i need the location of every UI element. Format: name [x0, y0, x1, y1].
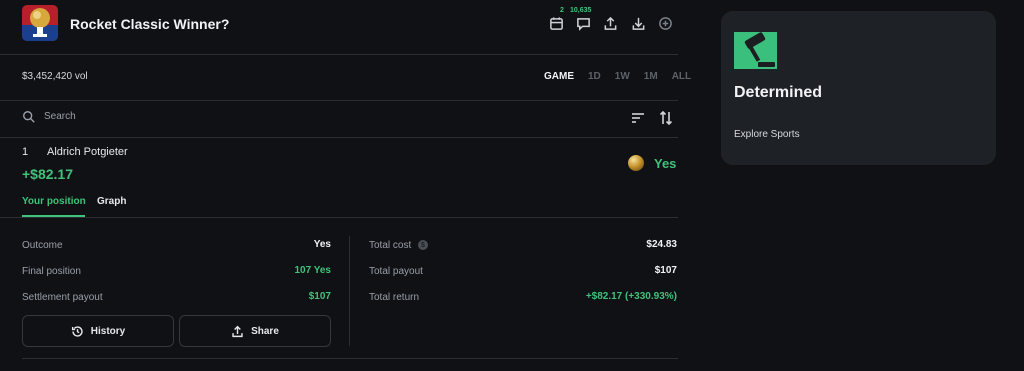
status-title: Determined — [734, 84, 823, 101]
market-panel: Rocket Classic Winner? 2 10,635 $3,452,4… — [0, 0, 700, 371]
range-game[interactable]: GAME — [544, 71, 574, 82]
range-1w[interactable]: 1W — [615, 71, 630, 82]
upload-icon — [604, 16, 616, 30]
share-button[interactable]: Share — [179, 315, 331, 347]
divider — [0, 137, 678, 138]
outcome-rank: 1 — [22, 146, 29, 158]
total-cost-value: $24.83 — [646, 239, 677, 250]
gavel-image — [734, 32, 777, 69]
tab-graph[interactable]: Graph — [97, 196, 126, 207]
outcome-avatar — [628, 155, 644, 171]
status-card: Determined Explore Sports — [721, 11, 996, 165]
tab-your-position[interactable]: Your position — [22, 196, 86, 207]
market-header: Rocket Classic Winner? 2 10,635 — [22, 5, 678, 43]
total-payout-value: $107 — [654, 265, 677, 276]
outcome-profit: +$82.17 — [22, 166, 73, 182]
range-1m[interactable]: 1M — [644, 71, 658, 82]
search-row — [22, 108, 678, 130]
info-icon[interactable]: $ — [418, 240, 428, 250]
comments-button[interactable] — [573, 13, 593, 33]
comments-count-badge: 10,635 — [570, 7, 592, 14]
search-icon — [23, 111, 35, 123]
range-all[interactable]: ALL — [672, 71, 691, 82]
range-1d[interactable]: 1D — [588, 71, 601, 82]
history-icon — [71, 325, 83, 337]
outcome-value: Yes — [313, 239, 331, 250]
sort-arrows-icon[interactable] — [658, 110, 674, 126]
outcome-label: Outcome — [22, 240, 63, 251]
download-button[interactable] — [628, 13, 648, 33]
outcome-result: Yes — [654, 156, 677, 171]
divider — [0, 217, 678, 218]
final-position-label: Final position — [22, 266, 81, 277]
download-icon — [632, 17, 644, 30]
history-button-label: History — [90, 325, 126, 337]
calendar-count-badge: 2 — [560, 7, 564, 14]
settlement-payout-value: $107 — [308, 291, 331, 302]
total-cost-label: Total cost — [369, 240, 412, 251]
history-button[interactable]: History — [22, 315, 174, 347]
add-button[interactable] — [655, 13, 675, 33]
comment-icon — [576, 17, 590, 31]
final-position-value: 107 Yes — [294, 265, 331, 276]
page-title: Rocket Classic Winner? — [70, 16, 230, 32]
explore-sports-link[interactable]: Explore Sports — [734, 129, 800, 140]
share-header-button[interactable] — [600, 13, 620, 33]
total-payout-label: Total payout — [369, 266, 423, 277]
sort-lines-icon[interactable] — [630, 110, 646, 126]
divider — [22, 358, 678, 359]
calendar-button[interactable] — [546, 13, 566, 33]
settlement-payout-label: Settlement payout — [22, 292, 103, 303]
search-input[interactable] — [44, 111, 444, 122]
total-return-label: Total return — [369, 292, 420, 303]
share-button-label: Share — [251, 325, 279, 337]
outcome-name[interactable]: Aldrich Potgieter — [47, 146, 128, 158]
calendar-icon — [549, 16, 563, 30]
plus-circle-icon — [658, 16, 672, 30]
total-return-value: +$82.17 (+330.93%) — [585, 291, 677, 302]
share-icon — [232, 325, 243, 337]
divider — [0, 54, 678, 55]
divider — [0, 100, 678, 101]
market-logo — [22, 5, 58, 41]
volume-label: $3,452,420 vol — [22, 71, 88, 82]
time-range-selector: GAME 1D 1W 1M ALL — [544, 71, 691, 82]
vertical-divider — [349, 236, 350, 346]
